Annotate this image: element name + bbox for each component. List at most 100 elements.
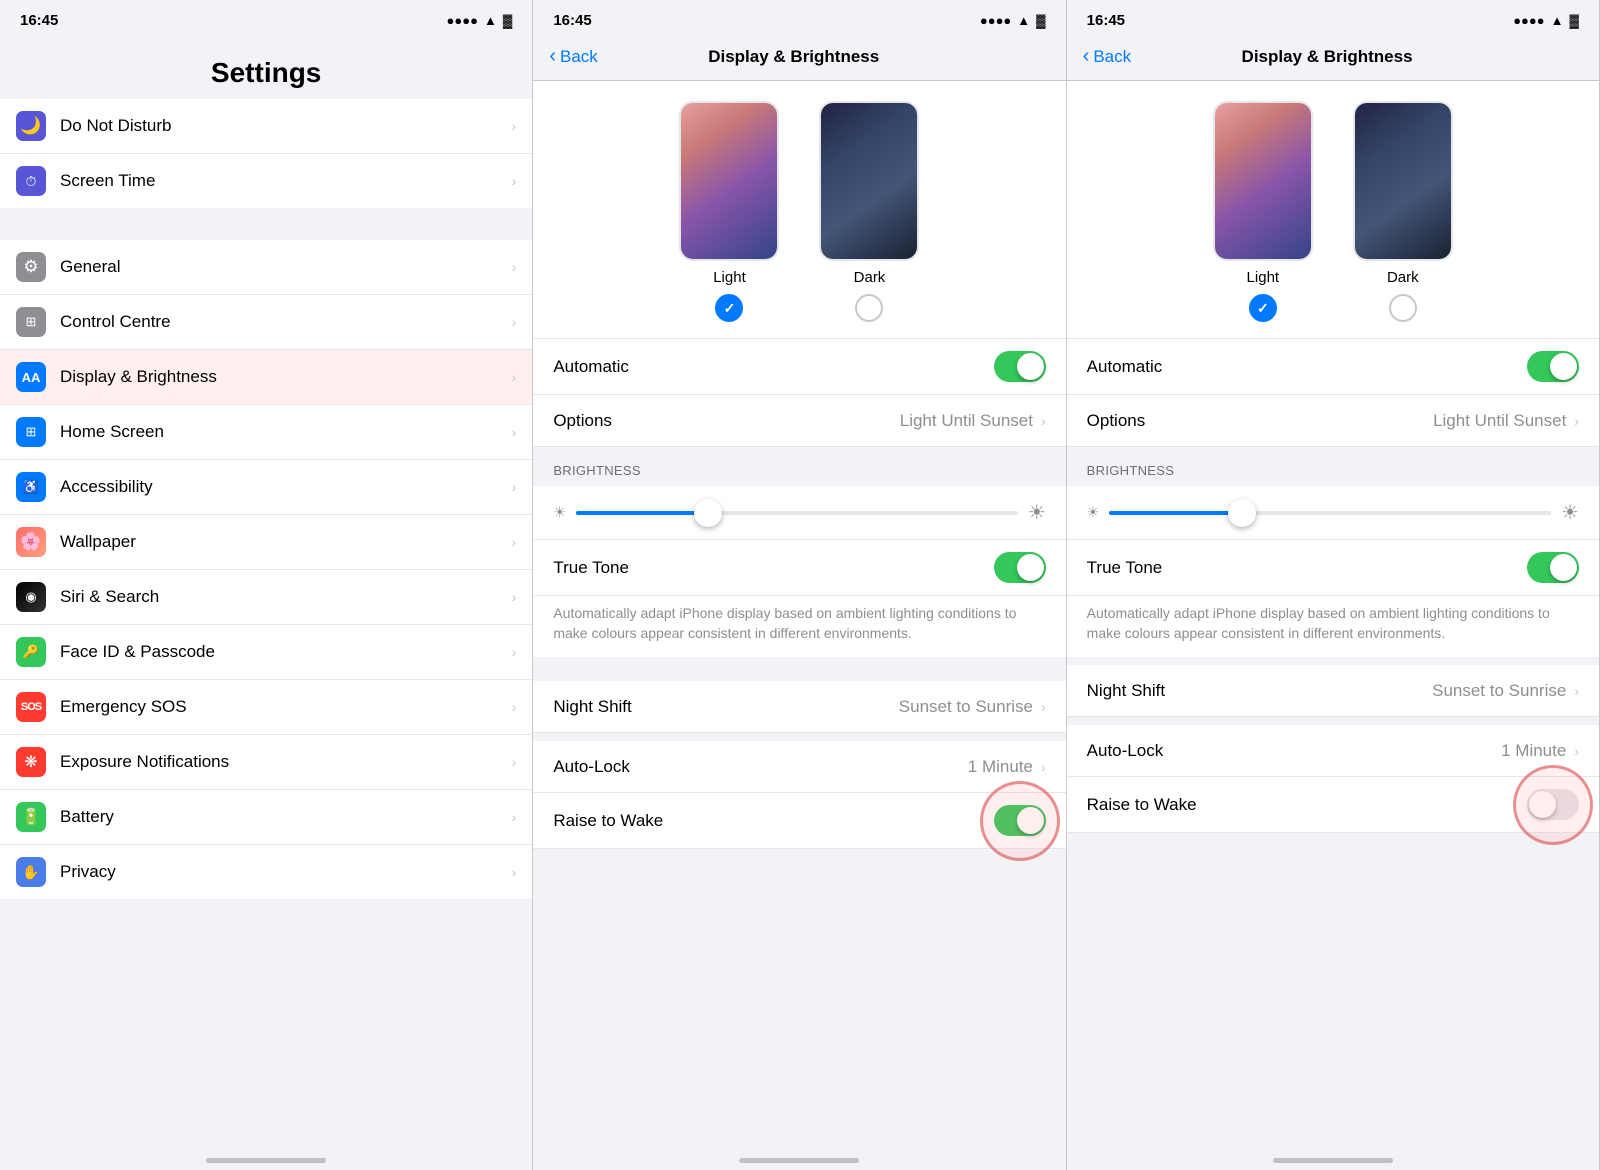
sidebar-item-emergency-sos[interactable]: SOS Emergency SOS › xyxy=(0,680,532,735)
automatic-row-2: Automatic xyxy=(1067,339,1599,395)
true-tone-toggle-thumb-1 xyxy=(1017,554,1044,581)
brightness-slider-1[interactable] xyxy=(576,511,1018,515)
back-button-db2[interactable]: ‹ Back xyxy=(1083,45,1131,68)
home-bar-db1 xyxy=(739,1158,859,1163)
wallpaper-label: Wallpaper xyxy=(60,532,512,552)
wifi-icon-db1: ▲ xyxy=(1017,13,1030,28)
auto-lock-value-2: 1 Minute xyxy=(1501,741,1566,761)
face-id-label: Face ID & Passcode xyxy=(60,642,512,662)
true-tone-toggle-1[interactable] xyxy=(994,552,1046,583)
home-screen-label: Home Screen xyxy=(60,422,512,442)
emergency-sos-icon: SOS xyxy=(16,692,46,722)
raise-to-wake-toggle-container-1 xyxy=(994,805,1046,836)
do-not-disturb-icon: 🌙 xyxy=(16,111,46,141)
dark-label-2: Dark xyxy=(1387,269,1419,286)
light-radio-selected-2[interactable] xyxy=(1249,294,1277,322)
status-icons-db1: ●●●● ▲ ▓ xyxy=(980,13,1046,28)
sidebar-item-accessibility[interactable]: ♿ Accessibility › xyxy=(0,460,532,515)
appearance-options-1: Light Dark xyxy=(533,101,1065,322)
appearance-dark-option-2[interactable]: Dark xyxy=(1353,101,1453,322)
light-wallpaper-inner xyxy=(681,103,777,259)
home-indicator xyxy=(0,1150,532,1170)
auto-lock-row-2[interactable]: Auto-Lock 1 Minute › xyxy=(1067,725,1599,777)
options-row-1[interactable]: Options Light Until Sunset › xyxy=(533,395,1065,447)
general-icon: ⚙ xyxy=(16,252,46,282)
true-tone-toggle-2[interactable] xyxy=(1527,552,1579,583)
accessibility-icon: ♿ xyxy=(16,472,46,502)
settings-panel: 16:45 ●●●● ▲ ▓ Settings 🌙 Do Not Disturb… xyxy=(0,0,533,1170)
control-centre-icon: ⊞ xyxy=(16,307,46,337)
automatic-toggle-2[interactable] xyxy=(1527,351,1579,382)
status-icons: ●●●● ▲ ▓ xyxy=(447,13,513,28)
face-id-icon: 🔑 xyxy=(16,637,46,667)
dark-radio[interactable] xyxy=(855,294,883,322)
light-wallpaper-preview xyxy=(679,101,779,261)
brightness-header-2: BRIGHTNESS xyxy=(1067,447,1599,486)
brightness-thumb-2[interactable] xyxy=(1228,499,1256,527)
back-button-db1[interactable]: ‹ Back xyxy=(549,45,597,68)
chevron-icon: › xyxy=(512,589,517,605)
dark-radio-2[interactable] xyxy=(1389,294,1417,322)
sidebar-item-battery[interactable]: 🔋 Battery › xyxy=(0,790,532,845)
battery-icon-item: 🔋 xyxy=(16,802,46,832)
brightness-header-1: BRIGHTNESS xyxy=(533,447,1065,486)
brightness-icon-small-2: ☀ xyxy=(1087,504,1100,521)
true-tone-toggle-thumb-2 xyxy=(1550,554,1577,581)
night-shift-header-spacer-1 xyxy=(533,657,1065,681)
night-shift-chevron-1: › xyxy=(1041,699,1046,715)
settings-title: Settings xyxy=(0,37,532,99)
wifi-icon: ▲ xyxy=(484,13,497,28)
siri-search-icon: ◉ xyxy=(16,582,46,612)
sidebar-item-siri-search[interactable]: ◉ Siri & Search › xyxy=(0,570,532,625)
true-tone-desc-2: Automatically adapt iPhone display based… xyxy=(1067,596,1599,657)
spacer-1 xyxy=(533,733,1065,741)
auto-lock-chevron-2: › xyxy=(1574,743,1579,759)
auto-lock-label-1: Auto-Lock xyxy=(553,757,967,777)
sidebar-item-do-not-disturb[interactable]: 🌙 Do Not Disturb › xyxy=(0,99,532,154)
sidebar-item-exposure[interactable]: ❋ Exposure Notifications › xyxy=(0,735,532,790)
options-row-2[interactable]: Options Light Until Sunset › xyxy=(1067,395,1599,447)
sidebar-item-general[interactable]: ⚙ General › xyxy=(0,240,532,295)
brightness-slider-2[interactable] xyxy=(1109,511,1551,515)
night-shift-row-1[interactable]: Night Shift Sunset to Sunrise › xyxy=(533,681,1065,733)
sidebar-item-screen-time[interactable]: ⏱ Screen Time › xyxy=(0,154,532,208)
appearance-light-option-2[interactable]: Light xyxy=(1213,101,1313,322)
sidebar-item-control-centre[interactable]: ⊞ Control Centre › xyxy=(0,295,532,350)
db-content-1: Light Dark Automatic xyxy=(533,81,1065,1150)
sidebar-item-privacy[interactable]: ✋ Privacy › xyxy=(0,845,532,899)
brightness-fill-1 xyxy=(576,511,709,515)
automatic-group-1: Automatic Options Light Until Sunset › xyxy=(533,339,1065,447)
brightness-thumb-1[interactable] xyxy=(694,499,722,527)
wallpaper-icon: 🌸 xyxy=(16,527,46,557)
accessibility-label: Accessibility xyxy=(60,477,512,497)
light-wallpaper-preview-2 xyxy=(1213,101,1313,261)
do-not-disturb-label: Do Not Disturb xyxy=(60,116,512,136)
sidebar-item-face-id[interactable]: 🔑 Face ID & Passcode › xyxy=(0,625,532,680)
sidebar-item-home-screen[interactable]: ⊞ Home Screen › xyxy=(0,405,532,460)
automatic-toggle-thumb-1 xyxy=(1017,353,1044,380)
nav-bar-db1: ‹ Back Display & Brightness xyxy=(533,37,1065,81)
automatic-label-2: Automatic xyxy=(1087,357,1527,377)
raise-to-wake-toggle-1[interactable] xyxy=(994,805,1046,836)
back-chevron-icon: ‹ xyxy=(549,45,556,68)
sidebar-item-wallpaper[interactable]: 🌸 Wallpaper › xyxy=(0,515,532,570)
brightness-fill-2 xyxy=(1109,511,1242,515)
brightness-section-1: ☀ ☀ xyxy=(533,486,1065,540)
appearance-dark-option[interactable]: Dark xyxy=(819,101,919,322)
appearance-light-option[interactable]: Light xyxy=(679,101,779,322)
automatic-toggle-thumb-2 xyxy=(1550,353,1577,380)
chevron-icon: › xyxy=(512,424,517,440)
automatic-toggle-1[interactable] xyxy=(994,351,1046,382)
auto-lock-row-1[interactable]: Auto-Lock 1 Minute › xyxy=(533,741,1065,793)
auto-lock-chevron-1: › xyxy=(1041,759,1046,775)
sidebar-item-display-brightness[interactable]: AA Display & Brightness › xyxy=(0,350,532,405)
brightness-icon-small-1: ☀ xyxy=(553,504,566,521)
spacer-2b xyxy=(1067,717,1599,725)
light-radio-selected[interactable] xyxy=(715,294,743,322)
brightness-icon-large-1: ☀ xyxy=(1028,500,1046,525)
night-shift-row-2[interactable]: Night Shift Sunset to Sunrise › xyxy=(1067,665,1599,717)
raise-to-wake-toggle-2[interactable] xyxy=(1527,789,1579,820)
automatic-group-2: Automatic Options Light Until Sunset › xyxy=(1067,339,1599,447)
emergency-sos-label: Emergency SOS xyxy=(60,697,512,717)
status-time: 16:45 xyxy=(20,12,58,29)
